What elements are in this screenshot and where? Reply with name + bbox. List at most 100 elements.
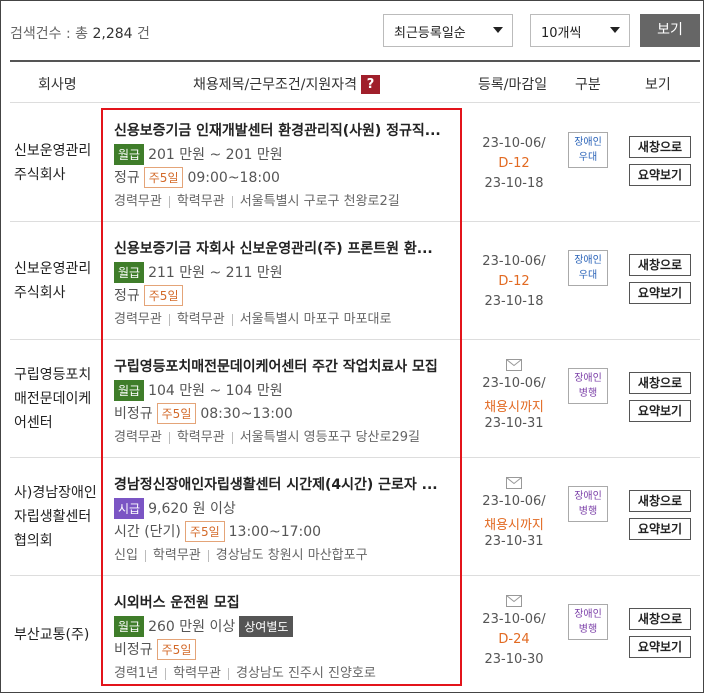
education: 학력무관 [176, 194, 225, 209]
experience: 경력무관 [114, 312, 162, 327]
employment-type: 비정규 [114, 406, 153, 422]
work-conditions: 시간 (단기) 주5일 13:00~17:00 [114, 521, 321, 542]
company-name[interactable]: 구립영등포치매전문데이케어센터 [14, 340, 102, 458]
search-count: 검색건수 : 총 2,284 건 [10, 26, 150, 42]
sort-select[interactable]: 최근등록일순 [383, 14, 513, 47]
employment-type: 비정규 [114, 642, 153, 658]
location: 서울특별시 구로구 천왕로2길 [239, 194, 400, 209]
divider [231, 431, 233, 444]
job-title[interactable]: 구립영등포치매전문데이케어센터 주간 작업치료사 모집 [114, 356, 444, 376]
company-name[interactable]: 신보운영관리주식회사 [14, 222, 102, 340]
work-conditions: 비정규 주5일 08:30~13:00 [114, 403, 293, 424]
deadline: D-24 [498, 632, 530, 647]
job-title[interactable]: 신용보증기금 인재개발센터 환경관리직(사원) 정규직... [114, 120, 444, 140]
summary-button[interactable]: 요약보기 [629, 164, 691, 186]
pay-type-badge: 월급 [114, 144, 145, 165]
company-name[interactable]: 신보운영관리주식회사 [14, 104, 102, 222]
divider [168, 313, 170, 326]
column-kind: 구분 [575, 77, 601, 93]
employment-type: 정규 [114, 170, 140, 186]
week-badge: 주5일 [156, 403, 197, 424]
mail-icon [506, 595, 522, 607]
location: 경상남도 진주시 진양호로 [236, 666, 376, 681]
new-window-button[interactable]: 새창으로 [629, 490, 691, 512]
location: 서울특별시 영등포구 당산로29길 [239, 430, 420, 445]
education: 학력무관 [176, 312, 225, 327]
experience: 경력무관 [114, 194, 162, 209]
summary-button[interactable]: 요약보기 [629, 282, 691, 304]
divider [231, 195, 233, 208]
pay-info: 월급 211 만원 ~ 211 만원 [114, 262, 283, 283]
summary-button[interactable]: 요약보기 [629, 400, 691, 422]
new-window-button[interactable]: 새창으로 [629, 608, 691, 630]
experience: 경력무관 [114, 430, 162, 445]
column-dates: 등록/마감일 [478, 77, 548, 93]
work-hours: 13:00~17:00 [228, 524, 322, 540]
work-conditions: 정규 주5일 [114, 285, 187, 306]
table-row: 구립영등포치매전문데이케어센터 구립영등포치매전문데이케어센터 주간 작업치료사… [10, 340, 700, 458]
week-badge: 주5일 [184, 521, 225, 542]
summary-button[interactable]: 요약보기 [629, 636, 691, 658]
table-header: 회사명 채용제목/근무조건/지원자격? 등록/마감일 구분 보기 [10, 60, 700, 103]
pay-type-badge: 월급 [114, 380, 145, 401]
new-window-button[interactable]: 새창으로 [629, 136, 691, 158]
table-row: 신보운영관리주식회사 신용보증기금 자회사 신보운영관리(주) 프론트원 환..… [10, 222, 700, 340]
new-window-button[interactable]: 새창으로 [629, 372, 691, 394]
mail-icon [506, 477, 522, 489]
help-icon[interactable]: ? [361, 74, 380, 94]
closing-date: 23-10-31 [484, 416, 544, 431]
experience: 경력1년 [114, 666, 159, 681]
education: 학력무관 [173, 666, 221, 681]
chevron-down-icon [493, 27, 503, 33]
table-row: 신보운영관리주식회사 신용보증기금 인재개발센터 환경관리직(사원) 정규직..… [10, 104, 700, 222]
pay-amount: 211 만원 ~ 211 만원 [148, 265, 283, 281]
week-badge: 주5일 [156, 639, 197, 660]
pay-info: 월급 201 만원 ~ 201 만원 [114, 144, 283, 165]
pay-amount: 201 만원 ~ 201 만원 [148, 147, 283, 163]
search-count-value: 2,284 [92, 26, 133, 42]
divider [228, 667, 229, 680]
summary-button[interactable]: 요약보기 [629, 518, 691, 540]
divider [168, 431, 170, 444]
per-page-select[interactable]: 10개씩 [530, 14, 630, 47]
pay-amount: 260 만원 이상 [148, 619, 236, 635]
divider [207, 549, 209, 562]
pay-type-badge: 월급 [114, 616, 145, 637]
work-conditions: 정규 주5일 09:00~18:00 [114, 167, 280, 188]
company-name[interactable]: 사)경남장애인자립생활센터협의회 [14, 458, 102, 576]
job-title[interactable]: 경남정신장애인자립생활센터 시간제(4시간) 근로자 ... [114, 474, 444, 494]
date-cell: 23-10-06/ D-12 23-10-18 [472, 104, 556, 222]
deadline: 채용시까지 [484, 518, 544, 533]
kind-badge: 장애인 병행 [568, 486, 608, 522]
pay-info: 월급 104 만원 ~ 104 만원 [114, 380, 283, 401]
registered-date: 23-10-06/ [482, 376, 546, 391]
location: 서울특별시 마포구 마포대로 [239, 312, 392, 327]
date-cell: 23-10-06/ 채용시까지 23-10-31 [472, 458, 556, 576]
qualifications: 신입 학력무관 경상남도 창원시 마산합포구 [114, 544, 368, 563]
employment-type: 정규 [114, 288, 140, 304]
qualifications: 경력무관 학력무관 서울특별시 영등포구 당산로29길 [114, 426, 420, 445]
pay-info: 시급 9,620 원 이상 [114, 498, 236, 519]
table-row: 부산교통(주) 시외버스 운전원 모집 월급 260 만원 이상 상여별도 비정규 주… [10, 576, 700, 694]
job-title[interactable]: 신용보증기금 자회사 신보운영관리(주) 프론트원 환... [114, 238, 444, 258]
bonus-badge: 상여별도 [239, 616, 294, 637]
deadline: D-12 [498, 156, 530, 171]
chevron-down-icon [610, 27, 620, 33]
closing-date: 23-10-18 [484, 294, 544, 309]
registered-date: 23-10-06/ [482, 494, 546, 509]
table-row: 사)경남장애인자립생활센터협의회 경남정신장애인자립생활센터 시간제(4시간) … [10, 458, 700, 576]
work-conditions: 비정규 주5일 [114, 639, 200, 660]
view-button[interactable]: 보기 [640, 14, 700, 47]
closing-date: 23-10-30 [484, 652, 544, 667]
new-window-button[interactable]: 새창으로 [629, 254, 691, 276]
week-badge: 주5일 [143, 167, 184, 188]
registered-date: 23-10-06/ [482, 612, 546, 627]
company-name[interactable]: 부산교통(주) [14, 576, 102, 694]
job-title[interactable]: 시외버스 운전원 모집 [114, 592, 444, 612]
date-cell: 23-10-06/ 채용시까지 23-10-31 [472, 340, 556, 458]
column-view: 보기 [645, 77, 671, 93]
work-hours: 09:00~18:00 [187, 170, 280, 186]
divider [168, 195, 170, 208]
date-cell: 23-10-06/ D-12 23-10-18 [472, 222, 556, 340]
qualifications: 경력무관 학력무관 서울특별시 구로구 천왕로2길 [114, 190, 400, 209]
